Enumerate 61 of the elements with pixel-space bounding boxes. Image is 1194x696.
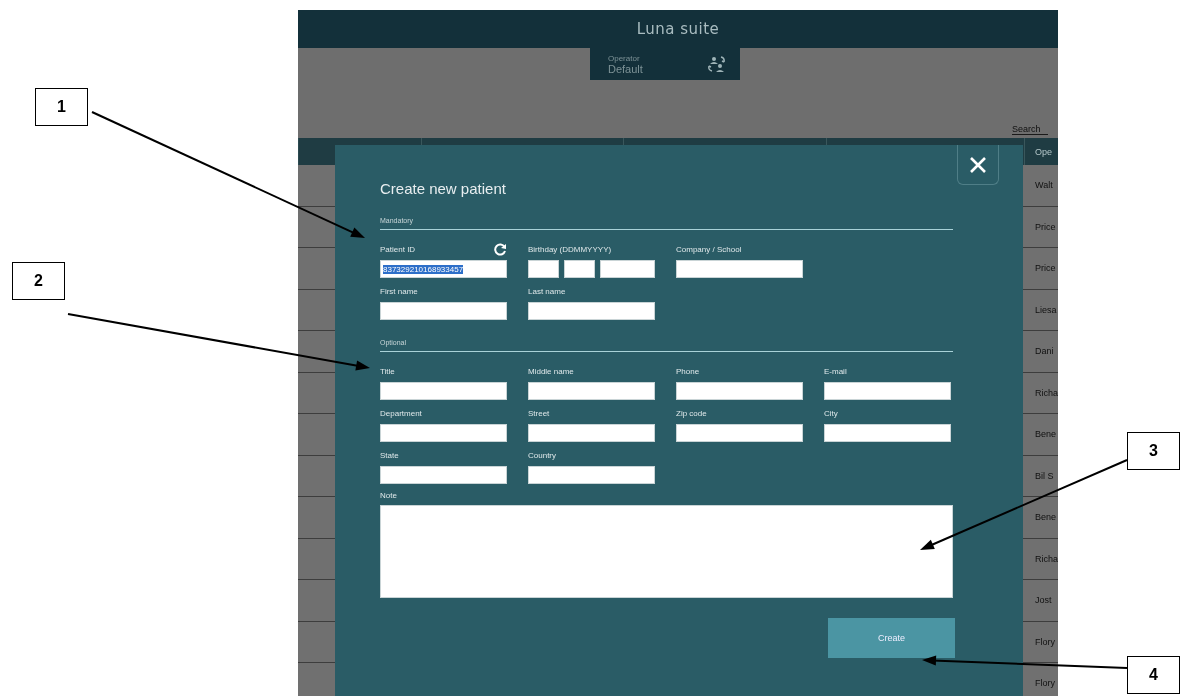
field-label: Phone <box>676 366 700 376</box>
callout-number: 2 <box>12 262 65 300</box>
field-label: Street <box>528 408 550 418</box>
field-label: Company / School <box>676 244 742 254</box>
field-label: Birthday (DDMMYYYY) <box>528 244 612 254</box>
table-cell-text: Price <box>1035 221 1057 232</box>
text-field[interactable] <box>528 382 655 400</box>
table-cell-text: Price <box>1035 263 1057 274</box>
field-label: E-mail <box>824 366 847 376</box>
text-field[interactable] <box>824 424 951 442</box>
field-label: First name <box>380 286 418 296</box>
create-button[interactable]: Create <box>828 618 955 658</box>
patient-id-field[interactable]: 837329210168933457 <box>380 260 507 278</box>
column-header: Ope <box>1035 146 1053 157</box>
table-cell: Liesa <box>1035 304 1058 315</box>
table-cell: Bene <box>1035 429 1058 440</box>
year-field[interactable] <box>600 260 655 278</box>
callout-number: 1 <box>35 88 88 126</box>
day-field[interactable] <box>528 260 559 278</box>
text-field[interactable] <box>676 382 803 400</box>
text-field[interactable] <box>528 424 655 442</box>
table-cell-text: Walt <box>1035 180 1054 191</box>
close-icon <box>969 155 987 174</box>
text-field[interactable] <box>824 382 951 400</box>
note-field[interactable] <box>380 505 953 598</box>
callout-number: 4 <box>1127 656 1180 694</box>
text-field[interactable] <box>380 382 507 400</box>
field-label: Last name <box>528 286 566 296</box>
field-label: City <box>824 408 838 418</box>
field-label: Department <box>380 408 422 418</box>
field-label: Middle name <box>528 366 574 376</box>
table-cell-text: Bil S <box>1035 470 1055 481</box>
text-field[interactable] <box>380 302 507 320</box>
close-button[interactable] <box>957 145 999 185</box>
search-field[interactable]: Search <box>1012 124 1048 135</box>
field-label: Zip code <box>676 408 707 418</box>
table-cell-text: Flory <box>1035 636 1056 647</box>
text-field[interactable] <box>676 260 803 278</box>
field-label: Patient ID <box>380 244 416 254</box>
month-field[interactable] <box>564 260 595 278</box>
table-cell: Richa <box>1035 387 1058 398</box>
field-label: Country <box>528 450 556 460</box>
field-label: Note <box>380 491 398 500</box>
field-label: State <box>380 450 399 460</box>
table-cell-text: Dani <box>1035 346 1055 357</box>
operator-selector[interactable]: Operator Default <box>590 48 740 80</box>
table-cell-text: Jost <box>1035 595 1053 606</box>
text-field[interactable] <box>528 302 655 320</box>
text-field[interactable] <box>380 466 507 484</box>
refresh-icon[interactable] <box>494 242 507 256</box>
text-field[interactable] <box>676 424 803 442</box>
field-label: Title <box>380 366 395 376</box>
table-cell-text: Flory <box>1035 678 1056 689</box>
callout-number: 3 <box>1127 432 1180 470</box>
table-cell: Bene <box>1035 512 1058 523</box>
dialog-title: Create new patient <box>380 180 507 197</box>
table-cell: Richa <box>1035 553 1058 564</box>
text-field[interactable] <box>528 466 655 484</box>
text-field[interactable] <box>380 424 507 442</box>
app-title: Luna suite <box>636 20 720 38</box>
switch-user-icon <box>708 55 726 73</box>
